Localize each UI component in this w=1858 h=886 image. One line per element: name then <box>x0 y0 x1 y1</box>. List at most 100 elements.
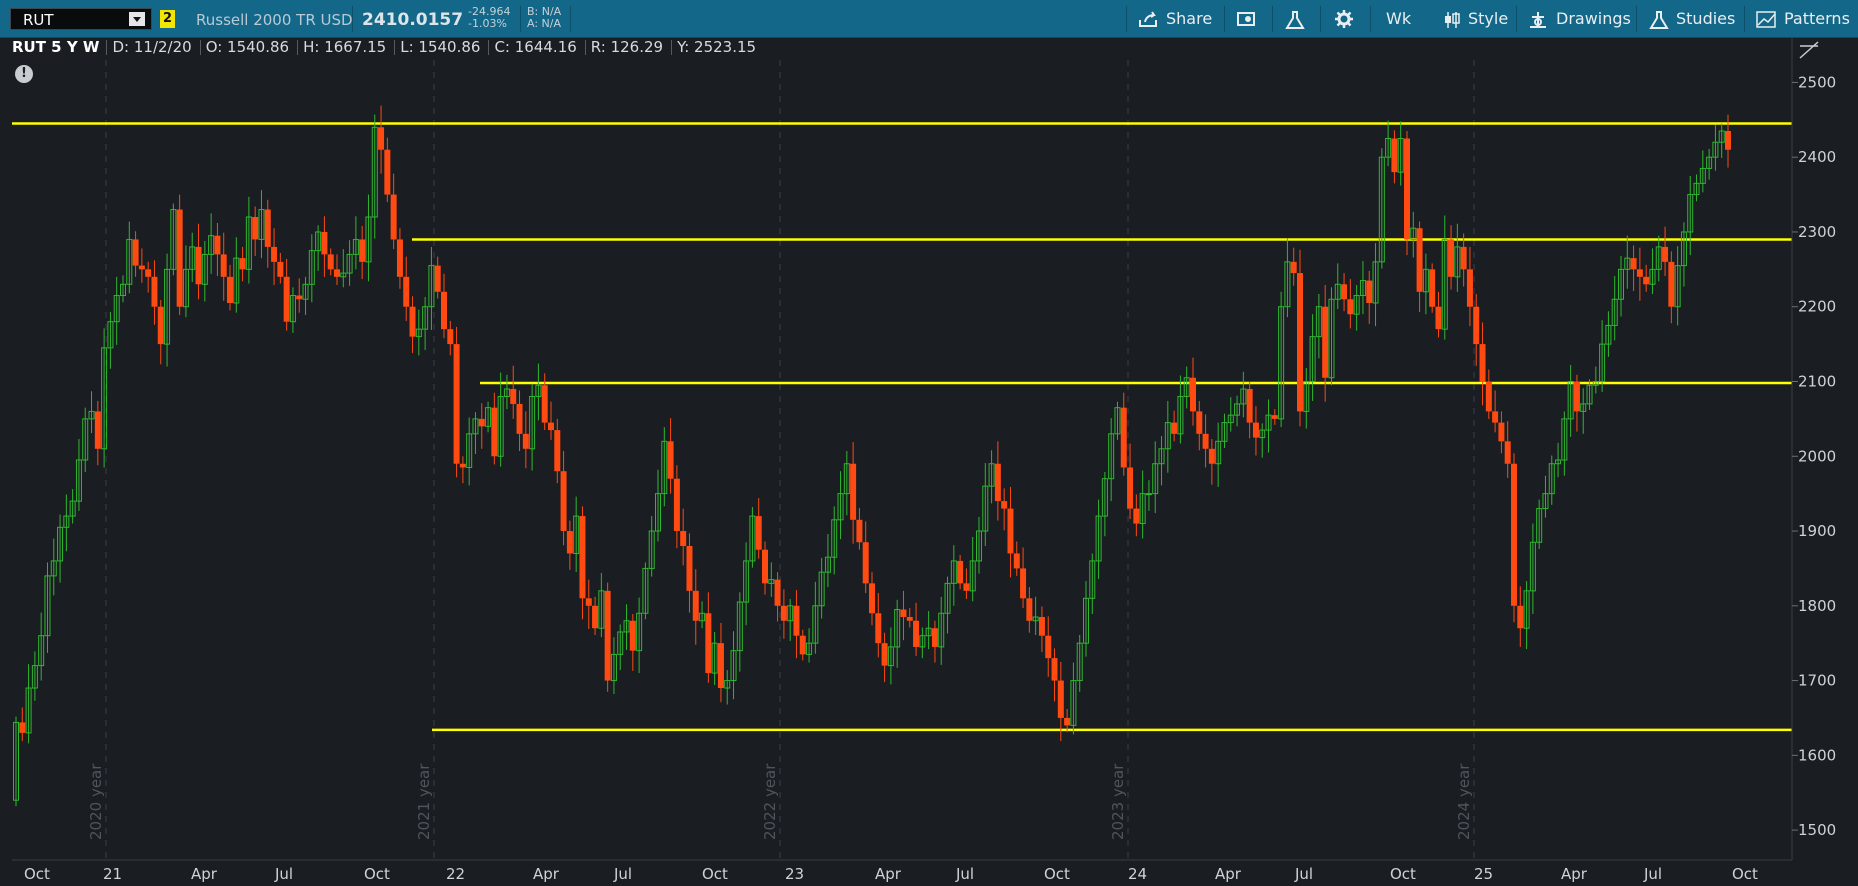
down-candle-body <box>799 635 806 655</box>
down-candle-body <box>541 385 548 423</box>
down-candle-body <box>1429 269 1436 307</box>
x-tick-label: Oct <box>1390 865 1416 883</box>
down-candle-body <box>264 209 271 247</box>
down-candle-body <box>1297 273 1303 412</box>
down-candle-body <box>1246 388 1253 423</box>
down-candle-body <box>390 194 397 240</box>
down-candle-body <box>1038 617 1045 636</box>
detach-chart-button[interactable] <box>1232 6 1262 32</box>
patterns-button[interactable]: Patterns <box>1754 6 1858 32</box>
toolbar-divider <box>1272 6 1273 32</box>
x-tick-label: 21 <box>103 865 122 883</box>
x-tick-label: 22 <box>446 865 465 883</box>
info-divider <box>297 40 299 55</box>
down-candle-body <box>176 209 183 307</box>
down-candle-body <box>931 628 938 647</box>
down-candle-body <box>604 590 611 681</box>
toolbar-divider <box>352 6 353 32</box>
y-tick-label: 1700 <box>1798 672 1836 690</box>
down-candle-body <box>629 620 636 651</box>
y-tick-label: 1500 <box>1798 821 1836 839</box>
info-date: D: 11/2/20 <box>112 38 192 56</box>
toolbar-divider <box>1320 6 1321 32</box>
down-candle-body <box>579 516 586 599</box>
x-tick-label: Jul <box>1643 865 1662 883</box>
down-candle-body <box>906 617 913 621</box>
down-candle-body <box>157 306 164 345</box>
down-candle-body <box>403 276 410 307</box>
down-candle-body <box>1366 280 1373 303</box>
y-tick-label: 1900 <box>1798 522 1836 540</box>
x-tick-label: Jul <box>274 865 293 883</box>
down-candle-body <box>132 239 139 266</box>
down-candle-body <box>1290 261 1297 274</box>
info-high: H: 1667.15 <box>303 38 387 56</box>
flask-button[interactable] <box>1280 6 1310 32</box>
alert-icon[interactable]: ! <box>15 65 33 83</box>
down-candle-body <box>856 519 863 543</box>
down-candle-body <box>957 560 964 584</box>
down-candle-body <box>762 549 768 584</box>
x-tick-label: Apr <box>191 865 218 883</box>
top-toolbar: RUT 2 Russell 2000 TR USD 2410.0157 -24.… <box>0 0 1858 38</box>
down-candle-body <box>1448 239 1455 277</box>
down-candle-body <box>1322 306 1329 378</box>
x-tick-label: Oct <box>24 865 50 883</box>
toolbar-divider <box>520 6 521 32</box>
down-candle-body <box>384 149 391 195</box>
down-candle-body <box>378 127 385 150</box>
down-candle-body <box>1668 261 1675 307</box>
down-candle-body <box>1416 228 1423 292</box>
down-candle-body <box>283 276 290 322</box>
percent-change: -1.03% <box>468 17 507 30</box>
y-tick-label: 1600 <box>1798 746 1836 764</box>
down-candle-body <box>667 441 674 479</box>
patterns-label: Patterns <box>1784 9 1850 28</box>
studies-label: Studies <box>1676 9 1736 28</box>
price-chart[interactable]: 2020 year 2021 year 2022 year 2023 year 2024… <box>0 0 1858 886</box>
down-candle-body <box>1466 269 1473 307</box>
year-separator-label: 2024 year <box>1455 763 1473 840</box>
down-candle-body <box>359 239 366 262</box>
chevron-down-icon[interactable] <box>129 12 145 26</box>
down-candle-body <box>1347 299 1354 315</box>
down-candle-body <box>1001 501 1008 509</box>
price-scale-icon[interactable] <box>1798 38 1820 60</box>
symbol-selector[interactable]: RUT <box>10 8 152 30</box>
down-candle-body <box>1190 377 1196 412</box>
down-candle-body <box>19 722 26 733</box>
down-candle-body <box>447 329 454 345</box>
studies-button[interactable]: Studies <box>1644 6 1744 32</box>
down-candle-body <box>1013 553 1020 569</box>
down-candle-body <box>793 605 800 636</box>
settings-button[interactable] <box>1330 6 1360 32</box>
down-candle-body <box>869 583 875 614</box>
down-candle-body <box>145 269 152 277</box>
down-candle-body <box>434 265 441 292</box>
drawings-label: Drawings <box>1556 9 1631 28</box>
info-divider <box>106 40 108 55</box>
aggregation-button[interactable]: Wk <box>1386 6 1436 32</box>
share-button[interactable]: Share <box>1136 6 1236 32</box>
down-candle-body <box>585 598 592 606</box>
up-candle-body <box>1145 493 1152 496</box>
down-candle-body <box>138 265 145 270</box>
down-candle-body <box>252 217 259 240</box>
down-candle-body <box>592 605 599 629</box>
symbol-input[interactable]: RUT <box>23 11 54 29</box>
down-candle-body <box>1643 276 1650 285</box>
toolbar-divider <box>570 6 571 32</box>
down-candle-body <box>1511 463 1517 606</box>
x-tick-label: Oct <box>702 865 728 883</box>
x-tick-label: Apr <box>1215 865 1242 883</box>
down-candle-body <box>1485 381 1492 412</box>
x-tick-label: 23 <box>785 865 804 883</box>
down-candle-body <box>1208 448 1215 464</box>
drawings-button[interactable]: Drawings <box>1524 6 1634 32</box>
year-separator-label: 2023 year <box>1109 763 1127 840</box>
down-candle-body <box>321 231 328 255</box>
share-icon <box>1139 11 1157 27</box>
down-candle-body <box>151 276 158 307</box>
link-group-badge[interactable]: 2 <box>160 10 175 28</box>
down-candle-body <box>1498 422 1505 442</box>
